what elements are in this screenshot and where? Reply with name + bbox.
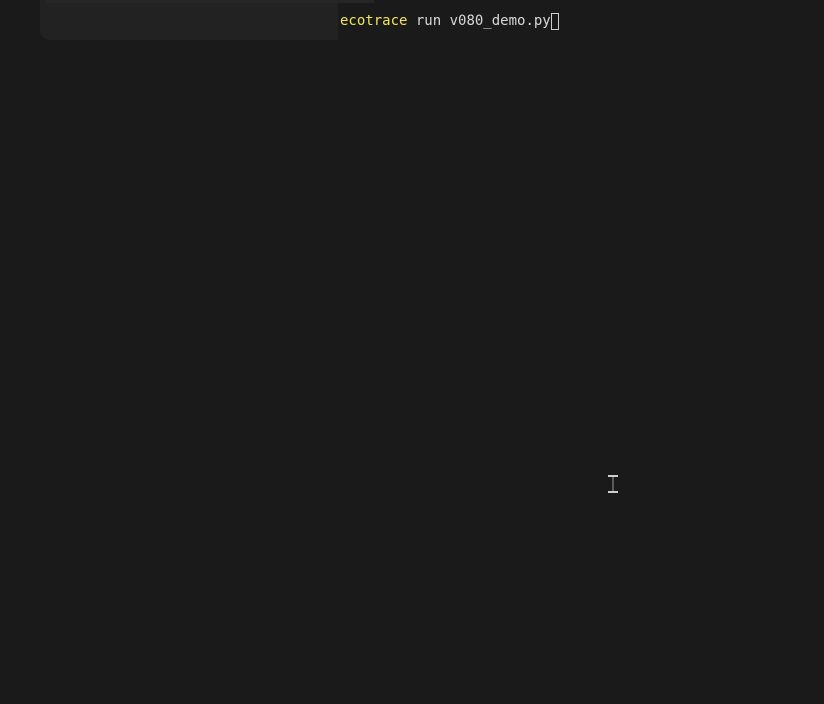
command-program: ecotrace [340,13,408,29]
text-cursor [550,12,559,30]
prompt-segment [40,0,374,40]
i-beam-icon [608,475,618,493]
command-arguments: run v080_demo.py [407,13,551,29]
terminal-window[interactable]: ecotrace run v080_demo.py [0,0,824,704]
command-line[interactable]: ecotrace run v080_demo.py [340,11,559,31]
